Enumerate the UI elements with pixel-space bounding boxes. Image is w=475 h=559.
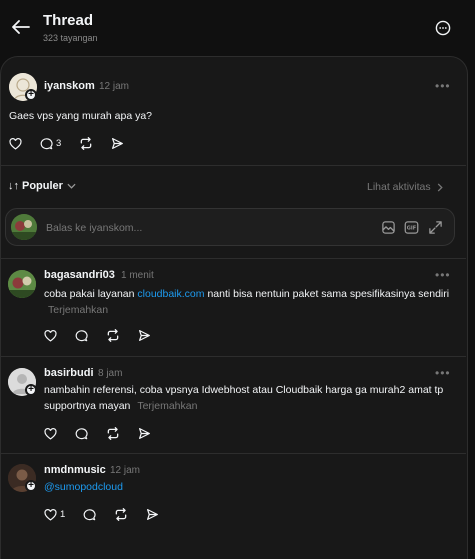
post-text: Gaes vps yang murah apa ya? xyxy=(9,110,153,122)
reply-link[interactable]: cloudbaik.com xyxy=(137,288,204,300)
translate-link[interactable]: Terjemahkan xyxy=(137,400,197,412)
reply-actions xyxy=(44,427,169,440)
back-button[interactable] xyxy=(10,16,32,38)
chevron-right-icon xyxy=(437,182,443,192)
send-icon xyxy=(147,509,159,520)
gif-icon: GIF xyxy=(404,221,419,234)
comment-icon xyxy=(40,138,53,150)
reply-button[interactable]: 3 xyxy=(40,137,61,150)
reply-more-icon[interactable]: ••• xyxy=(435,268,451,282)
like-button[interactable] xyxy=(9,137,22,150)
reply-text-part: coba pakai layanan xyxy=(44,288,138,300)
reply-more-icon[interactable]: ••• xyxy=(435,366,451,380)
divider xyxy=(0,258,466,259)
heart-icon xyxy=(44,508,57,521)
send-icon xyxy=(139,428,150,439)
mention-link[interactable]: @sumopodcloud xyxy=(44,481,123,493)
like-button[interactable] xyxy=(44,427,57,440)
avatar xyxy=(11,214,37,240)
follow-plus-icon[interactable]: + xyxy=(25,384,37,396)
share-button[interactable] xyxy=(138,329,151,342)
like-button[interactable]: 1 xyxy=(44,508,66,521)
header: Thread 323 tayangan xyxy=(0,0,475,56)
post-username[interactable]: iyanskom xyxy=(44,80,95,92)
repost-icon xyxy=(107,427,119,440)
reply-button[interactable] xyxy=(83,508,96,521)
reply-username[interactable]: bagasandri03 xyxy=(44,269,115,281)
send-icon xyxy=(112,138,124,149)
divider xyxy=(0,453,466,454)
reply-username[interactable]: nmdnmusic xyxy=(44,464,106,476)
post-time: 12 jam xyxy=(99,81,130,92)
reply-time: 1 menit xyxy=(121,270,154,281)
repost-icon xyxy=(115,508,127,521)
comment-icon xyxy=(83,509,96,521)
comment-icon xyxy=(75,330,88,342)
send-icon xyxy=(139,330,150,341)
reply-count: 3 xyxy=(56,138,62,149)
reply-actions xyxy=(44,329,169,342)
reply-time: 12 jam xyxy=(110,465,141,476)
divider xyxy=(0,165,466,166)
follow-plus-icon[interactable]: + xyxy=(25,89,37,101)
share-button[interactable] xyxy=(146,508,159,521)
view-count: 323 tayangan xyxy=(43,33,98,43)
share-button[interactable] xyxy=(111,137,124,150)
sort-icon: ↓↑ xyxy=(8,180,19,192)
avatar-photo-icon xyxy=(8,270,36,298)
thread-options-button[interactable] xyxy=(434,19,452,37)
repost-button[interactable] xyxy=(114,508,128,521)
reply-composer: GIF xyxy=(5,208,455,246)
heart-icon xyxy=(44,427,57,440)
reply-username[interactable]: basirbudi xyxy=(44,367,94,379)
reply-text: nambahin referensi, coba vpsnya Idwebhos… xyxy=(44,382,444,414)
expand-icon xyxy=(429,221,442,234)
view-activity-link[interactable]: Lihat aktivitas xyxy=(367,181,443,193)
repost-button[interactable] xyxy=(106,329,120,342)
sort-label: Populer xyxy=(22,180,63,192)
chevron-down-icon xyxy=(67,183,76,189)
activity-label: Lihat aktivitas xyxy=(367,181,431,193)
heart-icon xyxy=(9,137,22,150)
reply-text: @sumopodcloud xyxy=(44,479,123,495)
reply-button[interactable] xyxy=(75,427,88,440)
reply-text-part: nanti bisa nentuin paket sama spesifikas… xyxy=(204,288,450,300)
reply-text: coba pakai layanan cloudbaik.com nanti b… xyxy=(44,286,456,318)
repost-button[interactable] xyxy=(106,427,120,440)
reply-actions: 1 xyxy=(44,508,177,521)
more-circle-icon xyxy=(435,20,451,36)
translate-link[interactable]: Terjemahkan xyxy=(48,304,108,316)
like-button[interactable] xyxy=(44,329,57,342)
attach-gif-button[interactable]: GIF xyxy=(404,220,419,240)
attach-image-button[interactable] xyxy=(381,220,396,240)
page-title: Thread xyxy=(43,12,94,29)
svg-text:GIF: GIF xyxy=(407,226,416,232)
repost-button[interactable] xyxy=(79,137,93,150)
expand-composer-button[interactable] xyxy=(428,220,443,240)
post-actions: 3 xyxy=(9,137,142,150)
reply-text-part: nambahin referensi, coba vpsnya Idwebhos… xyxy=(44,384,444,412)
avatar[interactable] xyxy=(8,270,36,298)
like-count: 1 xyxy=(60,509,66,520)
repost-icon xyxy=(80,137,92,150)
avatar-photo-icon xyxy=(11,214,37,240)
reply-button[interactable] xyxy=(75,329,88,342)
reply-input[interactable] xyxy=(46,219,346,237)
sort-dropdown[interactable]: ↓↑ Populer xyxy=(8,180,76,192)
arrow-left-icon xyxy=(12,20,30,34)
divider xyxy=(0,356,466,357)
follow-plus-icon[interactable]: + xyxy=(25,480,37,492)
image-icon xyxy=(382,221,395,234)
comment-icon xyxy=(75,428,88,440)
heart-icon xyxy=(44,329,57,342)
share-button[interactable] xyxy=(138,427,151,440)
reply-time: 8 jam xyxy=(98,368,123,379)
post-more-icon[interactable]: ••• xyxy=(435,79,451,93)
repost-icon xyxy=(107,329,119,342)
